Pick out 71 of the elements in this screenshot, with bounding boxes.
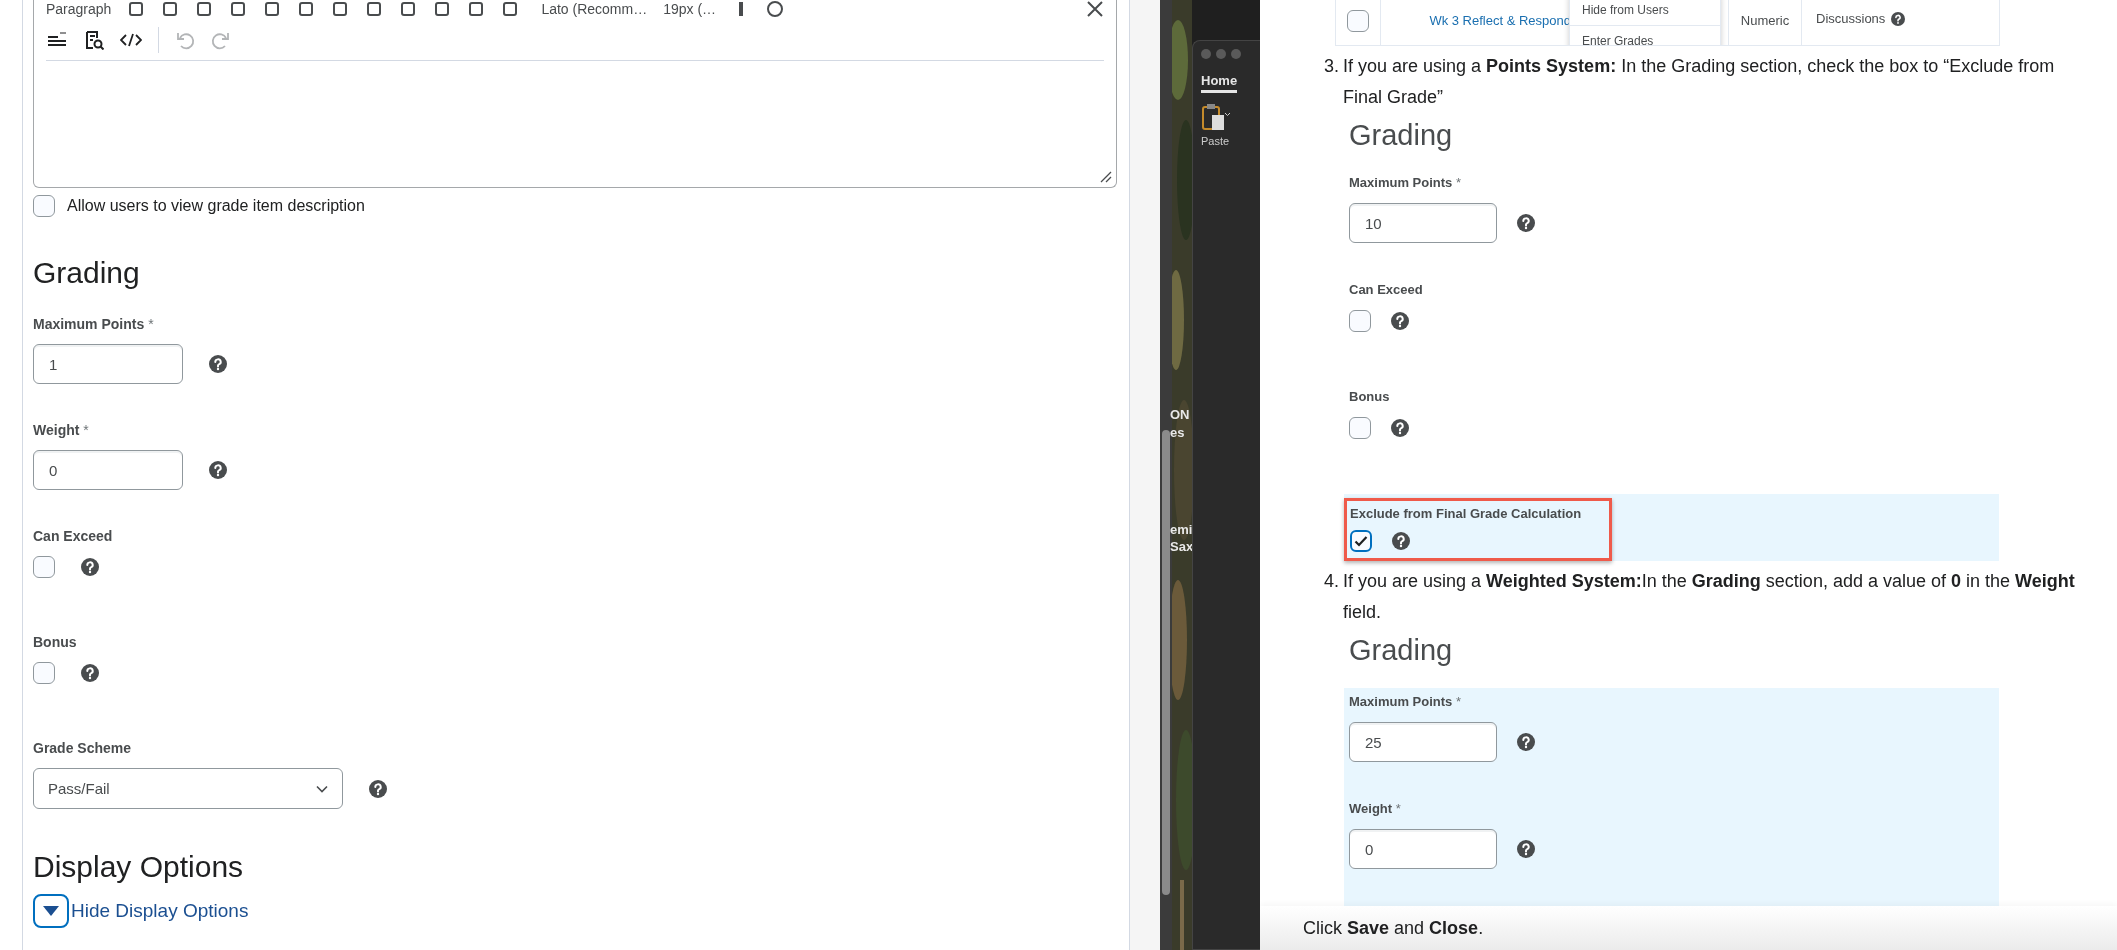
step-number: 4. bbox=[1324, 570, 1340, 593]
field-label: Grade Scheme bbox=[33, 739, 133, 758]
chevron-down-icon[interactable] bbox=[316, 784, 328, 793]
toggle-link[interactable]: Hide Display Options bbox=[71, 900, 249, 922]
input-field[interactable]: 25 bbox=[1349, 722, 1497, 762]
section-heading: Display Options bbox=[33, 850, 245, 884]
field-label: Bonus bbox=[33, 633, 78, 652]
section-heading: Grading bbox=[1349, 118, 1454, 153]
field-label: Can Exceed bbox=[1349, 281, 1424, 299]
field-label: Maximum Points * bbox=[1349, 693, 1462, 711]
help-icon[interactable] bbox=[369, 779, 387, 798]
caret-down-icon[interactable] bbox=[42, 905, 60, 917]
text-fragment: ON bbox=[1170, 407, 1190, 423]
font-dropdown[interactable]: Lato (Recomm… bbox=[541, 1, 648, 17]
menu-item[interactable]: Hide from Users bbox=[1570, 0, 1720, 26]
toggle-button[interactable] bbox=[33, 894, 69, 928]
field-label: Bonus bbox=[1349, 388, 1391, 406]
input-field[interactable]: 0 bbox=[1349, 829, 1497, 869]
menu-item[interactable]: Enter Grades bbox=[1570, 26, 1720, 45]
resize-handle-icon[interactable] bbox=[1100, 171, 1112, 183]
code-icon[interactable] bbox=[120, 33, 142, 47]
table-cell: Numeric bbox=[1740, 13, 1790, 28]
checkbox[interactable] bbox=[33, 195, 55, 217]
select-field[interactable]: Pass/Fail bbox=[33, 768, 343, 809]
instruction-text: Click Save and Close. bbox=[1303, 917, 1484, 939]
check-icon[interactable] bbox=[1354, 535, 1368, 547]
text-fragment: Sax bbox=[1170, 539, 1194, 555]
help-icon[interactable] bbox=[1392, 532, 1410, 550]
field-label: Weight * bbox=[33, 421, 90, 440]
checkbox[interactable] bbox=[33, 556, 55, 578]
input-field[interactable]: 0 bbox=[33, 450, 183, 490]
help-icon[interactable] bbox=[1517, 214, 1535, 232]
step-number: 3. bbox=[1324, 55, 1340, 78]
ribbon-tab[interactable]: Home bbox=[1201, 73, 1238, 93]
checkbox[interactable] bbox=[1349, 417, 1371, 439]
scrollbar-thumb[interactable] bbox=[1162, 430, 1170, 895]
word-count-icon[interactable] bbox=[46, 31, 68, 49]
preview-icon[interactable] bbox=[84, 30, 104, 50]
checkbox[interactable] bbox=[1349, 310, 1371, 332]
field-label: Weight * bbox=[1349, 800, 1402, 818]
field-label: Can Exceed bbox=[33, 527, 114, 546]
section-heading: Grading bbox=[1349, 633, 1454, 668]
field-label: Maximum Points * bbox=[33, 315, 155, 334]
clipboard-icon[interactable] bbox=[1201, 103, 1231, 131]
help-icon[interactable] bbox=[1517, 840, 1535, 858]
field-label: Exclude from Final Grade Calculation bbox=[1350, 505, 1583, 523]
help-icon[interactable] bbox=[1517, 733, 1535, 751]
help-icon[interactable] bbox=[1891, 11, 1906, 26]
input-field[interactable]: 10 bbox=[1349, 203, 1497, 243]
help-icon[interactable] bbox=[209, 355, 227, 373]
step-text: If you are using a Points System: In the Grading section, check the box to “Exclude from Final Grade” bbox=[1343, 55, 2056, 109]
table-cell: Discussions bbox=[1816, 11, 1886, 26]
step-text: If you are using a Weighted System:In the Grading section, add a value of 0 in the Weight field. bbox=[1343, 570, 2076, 624]
help-icon[interactable] bbox=[81, 558, 99, 576]
format-dropdown[interactable]: Paragraph bbox=[46, 1, 112, 17]
input-field[interactable]: 1 bbox=[33, 344, 183, 384]
checkbox[interactable] bbox=[1350, 530, 1372, 552]
ribbon-button[interactable]: Paste bbox=[1201, 135, 1230, 147]
help-icon[interactable] bbox=[1391, 312, 1409, 330]
help-icon[interactable] bbox=[81, 664, 99, 682]
text-fragment: es bbox=[1170, 425, 1185, 441]
checkbox[interactable] bbox=[1347, 9, 1369, 32]
field-label: Maximum Points * bbox=[1349, 174, 1462, 192]
section-heading: Grading bbox=[33, 256, 141, 290]
checkbox-label: Allow users to view grade item description bbox=[67, 197, 365, 215]
help-icon[interactable] bbox=[1391, 419, 1409, 437]
checkbox[interactable] bbox=[33, 662, 55, 684]
editor-box[interactable]: Paragraph Lato (Recomm… 19px (… bbox=[33, 0, 1117, 188]
help-icon[interactable] bbox=[209, 461, 227, 479]
text-fragment: emi bbox=[1170, 522, 1193, 538]
size-dropdown[interactable]: 19px (… bbox=[663, 1, 717, 17]
